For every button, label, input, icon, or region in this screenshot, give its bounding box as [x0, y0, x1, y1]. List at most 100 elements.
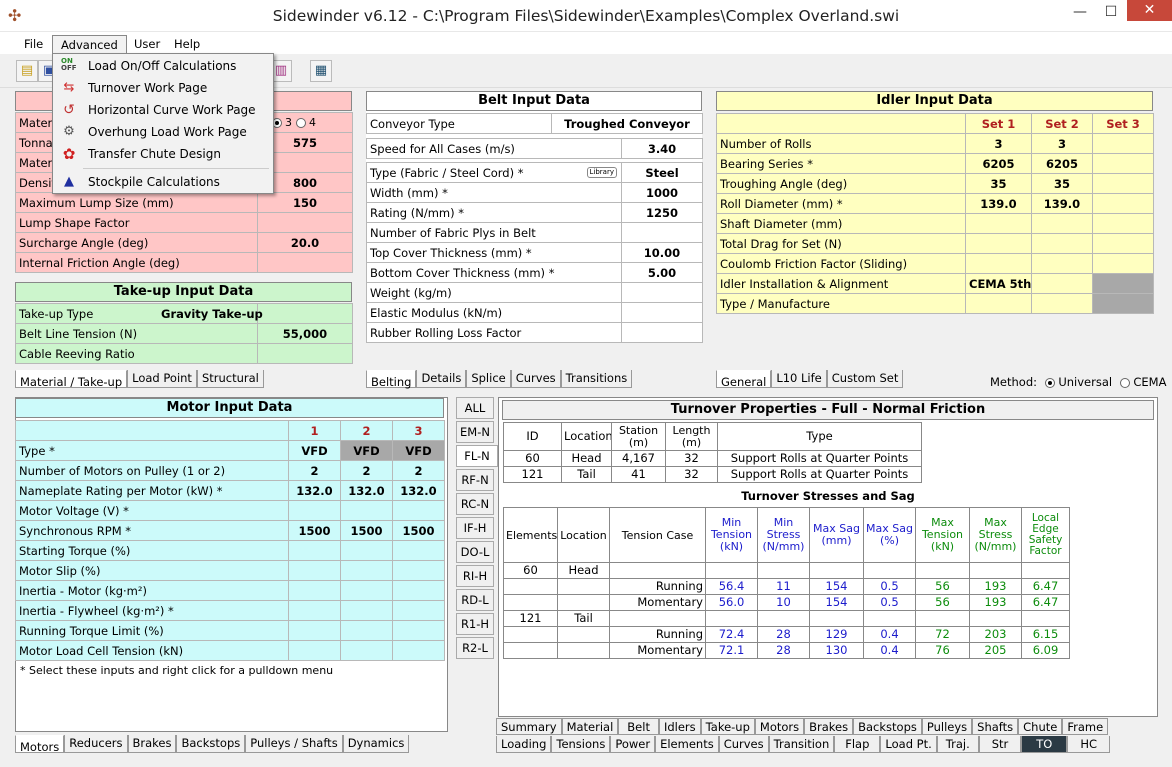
- idler-value[interactable]: 3: [965, 133, 1032, 154]
- motor-value[interactable]: [340, 500, 393, 521]
- motor-value[interactable]: 1500: [392, 520, 445, 541]
- belt-value[interactable]: [621, 282, 703, 303]
- tab-material-takeup[interactable]: Material / Take-up: [15, 370, 128, 389]
- idler-value[interactable]: [1092, 173, 1154, 194]
- tab-backstops-out[interactable]: Backstops: [853, 718, 922, 735]
- belt-value[interactable]: 1250: [621, 202, 703, 223]
- idler-value[interactable]: 6205: [965, 153, 1032, 174]
- tab-custom-set[interactable]: Custom Set: [826, 370, 904, 388]
- menu-item-horizontal-curve[interactable]: ↺ Horizontal Curve Work Page: [55, 99, 271, 121]
- motor-value[interactable]: [288, 540, 341, 561]
- tab-curves[interactable]: Curves: [510, 370, 561, 388]
- idler-value[interactable]: [965, 213, 1032, 234]
- tab-structural[interactable]: Structural: [196, 370, 264, 388]
- tab-belt[interactable]: Belt: [618, 718, 659, 735]
- motor-value[interactable]: VFD: [340, 440, 393, 461]
- idler-value[interactable]: CEMA 5th: [965, 273, 1032, 294]
- open-icon[interactable]: ▤: [16, 60, 38, 82]
- material-value[interactable]: [257, 252, 353, 273]
- maximize-button[interactable]: ☐: [1097, 0, 1125, 24]
- idler-value[interactable]: 3: [1031, 133, 1093, 154]
- tab-reducers[interactable]: Reducers: [64, 735, 128, 753]
- tab-hc[interactable]: HC: [1067, 736, 1111, 753]
- menu-file[interactable]: File: [16, 35, 51, 53]
- idler-value[interactable]: [1092, 153, 1154, 174]
- motor-value[interactable]: 132.0: [340, 480, 393, 501]
- motor-value[interactable]: 132.0: [392, 480, 445, 501]
- side-button-rc-n[interactable]: RC-N: [456, 493, 494, 515]
- idler-value[interactable]: [1031, 233, 1093, 254]
- tab-traj[interactable]: Traj.: [936, 736, 979, 753]
- belt-value[interactable]: 5.00: [621, 262, 703, 283]
- idler-value[interactable]: [1031, 293, 1093, 314]
- material-value[interactable]: 20.0: [257, 232, 353, 253]
- tab-tensions[interactable]: Tensions: [551, 736, 611, 753]
- method-universal-radio[interactable]: [1044, 377, 1055, 388]
- motor-value[interactable]: 1500: [288, 520, 341, 541]
- speed-value[interactable]: 3.40: [621, 138, 703, 159]
- motor-value[interactable]: 2: [392, 460, 445, 481]
- menu-advanced[interactable]: Advanced: [52, 35, 127, 53]
- menu-user[interactable]: User: [126, 35, 168, 53]
- motor-value[interactable]: 132.0: [288, 480, 341, 501]
- tab-l10-life[interactable]: L10 Life: [771, 370, 827, 388]
- idler-value[interactable]: 6205: [1031, 153, 1093, 174]
- tab-details[interactable]: Details: [416, 370, 467, 388]
- tab-load-point[interactable]: Load Point: [127, 370, 197, 388]
- method-universal-label[interactable]: Universal: [1058, 375, 1112, 389]
- idler-value[interactable]: [1031, 253, 1093, 274]
- tab-elements[interactable]: Elements: [655, 736, 719, 753]
- side-button-r2-l[interactable]: R2-L: [456, 637, 494, 659]
- idler-value[interactable]: [1092, 253, 1154, 274]
- tab-belting[interactable]: Belting: [366, 370, 417, 389]
- tab-general[interactable]: General: [716, 370, 772, 389]
- motor-value[interactable]: [340, 540, 393, 561]
- idler-value[interactable]: [1031, 273, 1093, 294]
- motor-value[interactable]: [340, 580, 393, 601]
- side-button-fl-n[interactable]: FL-N: [456, 445, 498, 467]
- material-value[interactable]: 150: [257, 192, 353, 213]
- motor-value[interactable]: [288, 560, 341, 581]
- menu-item-transfer-chute[interactable]: ✿ Transfer Chute Design: [55, 143, 271, 165]
- side-button-ri-h[interactable]: RI-H: [456, 565, 494, 587]
- motor-value[interactable]: [288, 580, 341, 601]
- tab-power[interactable]: Power: [610, 736, 656, 753]
- close-button[interactable]: ✕: [1127, 0, 1172, 21]
- idler-value[interactable]: [965, 233, 1032, 254]
- tab-pulleys[interactable]: Pulleys: [921, 718, 973, 735]
- idler-value[interactable]: [1092, 193, 1154, 214]
- tab-idlers[interactable]: Idlers: [658, 718, 701, 735]
- motor-value[interactable]: [392, 500, 445, 521]
- conveyor-type-value[interactable]: Troughed Conveyor: [551, 113, 703, 134]
- tab-str[interactable]: Str: [978, 736, 1022, 753]
- motor-value[interactable]: VFD: [288, 440, 341, 461]
- motor-value[interactable]: [392, 600, 445, 621]
- idler-value[interactable]: 35: [965, 173, 1032, 194]
- motor-value[interactable]: [392, 620, 445, 641]
- idler-value[interactable]: 35: [1031, 173, 1093, 194]
- tab-shafts[interactable]: Shafts: [972, 718, 1019, 735]
- tab-motors[interactable]: Motors: [15, 735, 65, 754]
- motor-value[interactable]: [288, 500, 341, 521]
- motor-value[interactable]: 2: [340, 460, 393, 481]
- tab-material[interactable]: Material: [561, 718, 619, 735]
- takeup-value[interactable]: [257, 343, 353, 364]
- motor-value[interactable]: [340, 600, 393, 621]
- side-button-em-n[interactable]: EM-N: [456, 421, 494, 443]
- tab-transition[interactable]: Transition: [768, 736, 835, 753]
- belt-value[interactable]: 1000: [621, 182, 703, 203]
- tab-load-pt[interactable]: Load Pt.: [880, 736, 937, 753]
- motor-value[interactable]: [392, 580, 445, 601]
- method-cema-radio[interactable]: [1119, 377, 1130, 388]
- radio-button[interactable]: [295, 118, 306, 128]
- menu-item-stockpile[interactable]: ▲ Stockpile Calculations: [55, 171, 271, 193]
- belt-value[interactable]: Steel: [621, 162, 703, 183]
- idler-value[interactable]: [1092, 213, 1154, 234]
- idler-value[interactable]: 139.0: [965, 193, 1032, 214]
- motor-value[interactable]: [340, 620, 393, 641]
- menu-item-load-onoff[interactable]: ON OFF Load On/Off Calculations: [55, 55, 271, 77]
- tab-transitions[interactable]: Transitions: [560, 370, 633, 388]
- tab-summary[interactable]: Summary: [496, 718, 562, 735]
- motor-value[interactable]: [288, 600, 341, 621]
- belt-value[interactable]: 10.00: [621, 242, 703, 263]
